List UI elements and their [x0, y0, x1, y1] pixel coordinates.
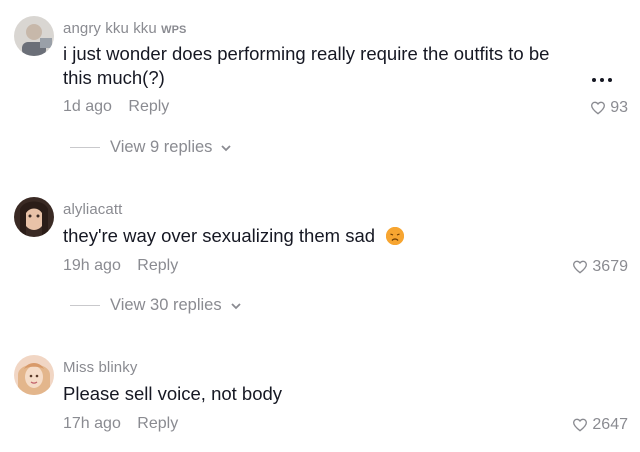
like-count: 2647	[592, 416, 628, 433]
chevron-down-icon	[230, 302, 241, 309]
comment-text: Please sell voice, not body	[63, 383, 283, 404]
comment-username[interactable]: alyliacatt	[63, 201, 122, 218]
like-button[interactable]: 93	[590, 99, 628, 117]
view-replies-button[interactable]: View 30 replies	[70, 296, 242, 315]
heart-icon	[573, 260, 588, 274]
comment-text-content: they're way over sexualizing them sad	[63, 225, 376, 246]
divider-line	[70, 147, 100, 148]
view-replies-button[interactable]: View 9 replies	[70, 138, 232, 157]
avatar[interactable]	[14, 16, 54, 56]
comment-username[interactable]: Miss blinky	[63, 359, 137, 376]
comment-time: 1d ago	[63, 98, 112, 115]
heart-icon	[573, 418, 588, 432]
avatar-image	[14, 197, 54, 237]
like-count: 93	[610, 99, 628, 116]
like-button[interactable]: 2647	[572, 416, 628, 434]
view-replies-label: View 30 replies	[110, 296, 222, 314]
reply-button[interactable]: Reply	[137, 257, 178, 274]
comment-meta: 1d ago Reply	[63, 98, 169, 116]
comment-time: 19h ago	[63, 257, 121, 274]
more-options-icon[interactable]	[592, 78, 612, 82]
comment-text: i just wonder does performing really req…	[63, 43, 550, 88]
disappointed-face-icon	[386, 227, 405, 245]
comment-text: they're way over sexualizing them sad	[63, 224, 563, 248]
comment-username[interactable]: angry kku kku WPS	[63, 20, 186, 37]
avatar-image	[14, 16, 54, 56]
chevron-down-icon	[221, 144, 232, 151]
username-text: angry kku kku	[63, 20, 157, 37]
view-replies-label: View 9 replies	[110, 138, 213, 156]
divider-line	[70, 305, 100, 306]
user-tag: WPS	[161, 24, 187, 36]
comment-meta: 17h ago Reply	[63, 415, 178, 433]
avatar[interactable]	[14, 355, 54, 395]
comment-item: angry kku kku WPS i just wonder does per…	[0, 0, 640, 170]
avatar-image	[14, 355, 54, 395]
comment-time: 17h ago	[63, 415, 121, 432]
like-button[interactable]: 3679	[572, 258, 628, 276]
heart-icon	[591, 101, 606, 115]
avatar[interactable]	[14, 197, 54, 237]
like-count: 3679	[592, 258, 628, 275]
comment-meta: 19h ago Reply	[63, 257, 178, 275]
reply-button[interactable]: Reply	[128, 98, 169, 115]
reply-button[interactable]: Reply	[137, 415, 178, 432]
